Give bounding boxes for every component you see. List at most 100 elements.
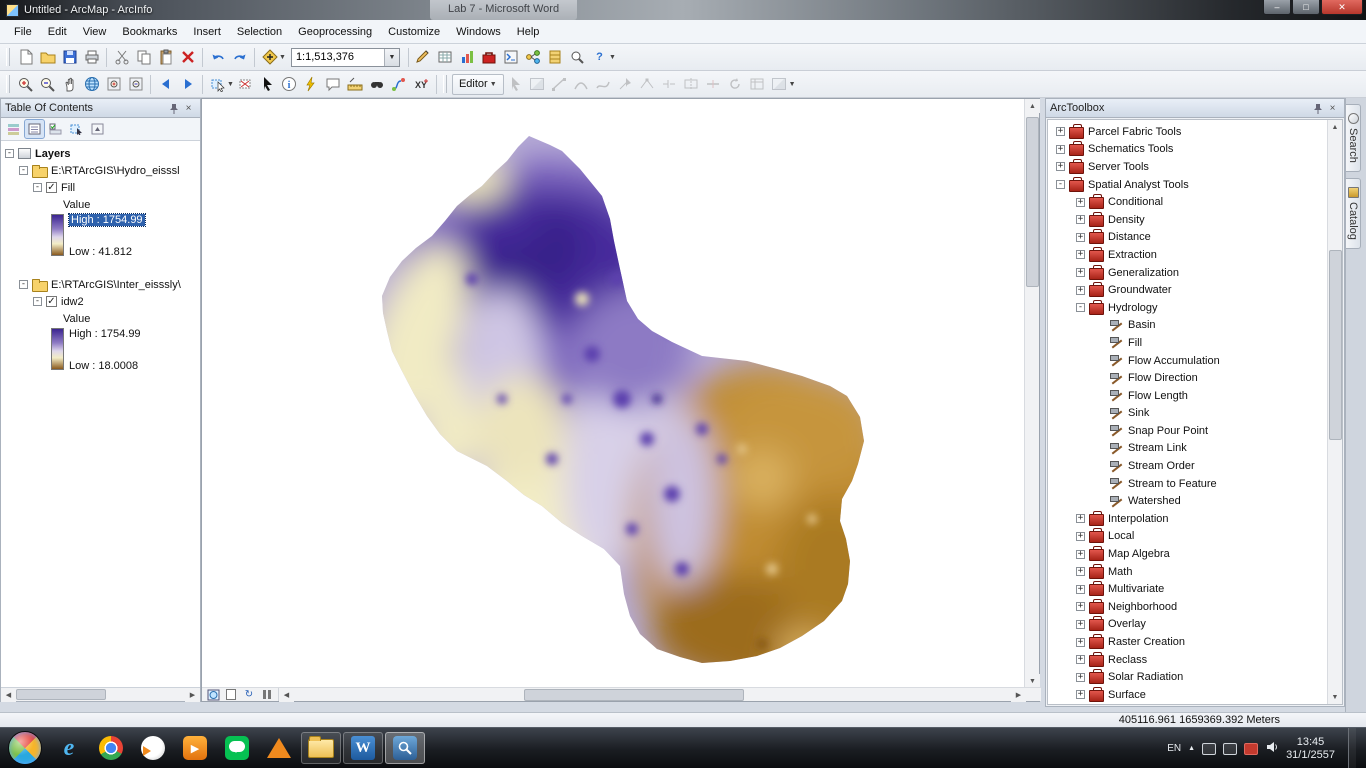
pan-hand-icon[interactable] — [59, 74, 80, 95]
hyperlink-icon[interactable] — [301, 74, 322, 95]
expand-collapse-icon[interactable]: - — [1056, 180, 1065, 190]
endpoint-arc-icon[interactable] — [571, 74, 592, 95]
clear-selection-icon[interactable] — [235, 74, 256, 95]
straight-segment-icon[interactable] — [549, 74, 570, 95]
menu-item[interactable]: Help — [509, 22, 548, 42]
open-folder-icon[interactable] — [37, 47, 58, 68]
pin-icon[interactable] — [166, 102, 181, 115]
menu-item[interactable]: Selection — [229, 22, 290, 42]
toolbar-grip[interactable] — [442, 75, 447, 93]
legend-low-label[interactable]: Low : 18.0008 — [69, 360, 141, 372]
vertical-scroll-thumb[interactable] — [1329, 250, 1342, 440]
expand-collapse-icon[interactable]: - — [1076, 303, 1085, 313]
network-tray-icon[interactable] — [1223, 742, 1238, 755]
trace-tool-icon[interactable] — [593, 74, 614, 95]
go-to-xy-icon[interactable]: XY — [411, 74, 432, 95]
edit-annotation-icon[interactable] — [527, 74, 548, 95]
toolbox-tree-item[interactable]: + Multivariate — [1050, 580, 1342, 598]
clock[interactable]: 13:45 31/1/2557 — [1286, 736, 1335, 762]
add-data-dropdown-arrow[interactable]: ▼ — [279, 54, 286, 61]
layer-visibility-checkbox[interactable]: ✓ — [46, 182, 57, 193]
expand-collapse-icon[interactable]: + — [1056, 144, 1065, 154]
find-icon[interactable] — [367, 74, 388, 95]
legend-low-label[interactable]: Low : 41.812 — [69, 246, 145, 258]
toolbox-tree-item[interactable]: Stream Link — [1050, 440, 1342, 458]
select-features-dropdown-arrow[interactable]: ▼ — [227, 81, 234, 88]
toolbox-tree-item[interactable]: + Density — [1050, 211, 1342, 229]
toolbox-tree-item[interactable]: + Interpolation — [1050, 510, 1342, 528]
toc-options-icon[interactable] — [88, 120, 107, 138]
toolbox-tree-item[interactable]: Flow Length — [1050, 387, 1342, 405]
expand-collapse-icon[interactable]: + — [1076, 637, 1085, 647]
close-button[interactable]: ✕ — [1321, 0, 1363, 15]
map-scale-dropdown-arrow[interactable]: ▼ — [383, 48, 399, 66]
background-window-title[interactable]: Lab 7 - Microsoft Word — [430, 0, 578, 20]
toolbox-tree-item[interactable]: + Generalization — [1050, 264, 1342, 282]
find-route-icon[interactable] — [389, 74, 410, 95]
expand-collapse-icon[interactable]: + — [1076, 197, 1085, 207]
select-elements-icon[interactable] — [257, 74, 278, 95]
toolbox-tree-item[interactable]: + Server Tools — [1050, 158, 1342, 176]
collapse-icon[interactable]: - — [33, 183, 42, 192]
split-tool-icon[interactable] — [703, 74, 724, 95]
legend-high-label[interactable]: High : 1754.99 — [68, 213, 146, 227]
search-window-icon[interactable] — [567, 47, 588, 68]
toolbox-tree-item[interactable]: + Raster Creation — [1050, 633, 1342, 651]
taskbar-magnifier-icon[interactable] — [385, 732, 425, 764]
refresh-view-button[interactable]: ↻ — [241, 688, 257, 701]
toolbox-tree-item[interactable]: + Local — [1050, 528, 1342, 546]
expand-collapse-icon[interactable]: + — [1076, 567, 1085, 577]
forward-extent-icon[interactable] — [177, 74, 198, 95]
python-window-icon[interactable] — [501, 47, 522, 68]
copy-icon[interactable] — [133, 47, 154, 68]
zoom-out-icon[interactable] — [37, 74, 58, 95]
toolbox-tree-item[interactable]: Fill — [1050, 334, 1342, 352]
scroll-down-arrow[interactable]: ▼ — [1328, 690, 1342, 704]
expand-collapse-icon[interactable]: + — [1076, 602, 1085, 612]
edit-tool-icon[interactable] — [505, 74, 526, 95]
toolbox-tree-item[interactable]: + Neighborhood — [1050, 598, 1342, 616]
hidden-icons-arrow[interactable]: ▲ — [1188, 745, 1195, 752]
toolbox-tree-item[interactable]: + Overlay — [1050, 616, 1342, 634]
measure-icon[interactable] — [345, 74, 366, 95]
list-by-drawing-order-icon[interactable] — [4, 120, 23, 138]
toolbox-tree-item[interactable]: + Extraction — [1050, 246, 1342, 264]
full-extent-globe-icon[interactable] — [81, 74, 102, 95]
expand-collapse-icon[interactable]: + — [1076, 232, 1085, 242]
toolbox-tree-item[interactable]: Snap Pour Point — [1050, 422, 1342, 440]
start-button[interactable] — [8, 731, 42, 765]
edit-vertices-icon[interactable] — [637, 74, 658, 95]
toc-layer-item[interactable]: - ✓ idw2 — [5, 293, 200, 310]
menu-item[interactable]: Bookmarks — [114, 22, 185, 42]
catalog-tab[interactable]: Catalog — [1346, 177, 1361, 249]
select-features-icon[interactable] — [207, 74, 228, 95]
expand-collapse-icon[interactable]: + — [1076, 584, 1085, 594]
arctoolbox-vertical-scrollbar[interactable]: ▲ ▼ — [1327, 120, 1342, 704]
paste-icon[interactable] — [155, 47, 176, 68]
toolbox-tree-item[interactable]: + Groundwater — [1050, 281, 1342, 299]
map-scale-input[interactable] — [291, 48, 384, 66]
menu-item[interactable]: File — [6, 22, 40, 42]
toolbox-tree-item[interactable]: + Surface — [1050, 686, 1342, 704]
point-tool-icon[interactable] — [615, 74, 636, 95]
menu-item[interactable]: Edit — [40, 22, 75, 42]
reshape-icon[interactable] — [659, 74, 680, 95]
fixed-zoom-out-icon[interactable] — [125, 74, 146, 95]
toolbar-grip[interactable] — [6, 48, 10, 66]
list-by-source-icon[interactable] — [24, 119, 45, 139]
taskbar-word-icon[interactable]: W — [343, 732, 383, 764]
taskbar-utility-icon[interactable] — [259, 732, 299, 764]
menu-item[interactable]: Windows — [448, 22, 509, 42]
fixed-zoom-in-icon[interactable] — [103, 74, 124, 95]
toolbox-tree-item[interactable]: - Hydrology — [1050, 299, 1342, 317]
security-tray-icon[interactable] — [1244, 742, 1259, 755]
taskbar-chrome-icon[interactable] — [91, 732, 131, 764]
toolbox-tree-item[interactable]: + Solar Radiation — [1050, 668, 1342, 686]
identify-icon[interactable]: i — [279, 74, 300, 95]
scroll-right-arrow[interactable]: ▶ — [1011, 687, 1026, 702]
scroll-right-arrow[interactable]: ▶ — [185, 687, 200, 702]
toolbox-tree-item[interactable]: Sink — [1050, 405, 1342, 423]
attributes-icon[interactable] — [747, 74, 768, 95]
expand-collapse-icon[interactable]: + — [1076, 268, 1085, 278]
redo-icon[interactable] — [229, 47, 250, 68]
